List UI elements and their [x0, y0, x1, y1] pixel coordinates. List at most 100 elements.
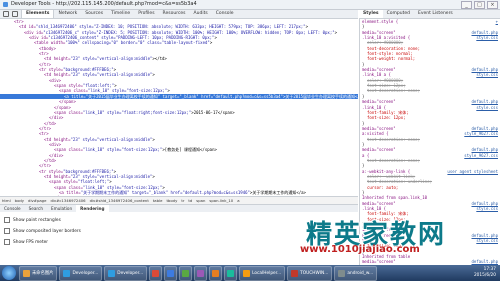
system-clock[interactable]: 17:37 2015/6/20 [474, 267, 496, 279]
drawer-tab-emulation[interactable]: Emulation [47, 205, 76, 212]
watermark-url: www.1010jiajiao.com [300, 244, 420, 255]
tag-text: <span class= [54, 147, 83, 153]
tag-text: </span> [59, 99, 76, 105]
inspect-element-icon[interactable] [3, 11, 9, 17]
close-button[interactable]: × [487, 1, 498, 9]
stylesheet-source-link[interactable]: default.php [472, 259, 499, 264]
tab-computed[interactable]: Computed [383, 10, 414, 18]
taskbar-app-button[interactable] [224, 265, 238, 281]
taskbar-app-button[interactable]: Developer... [59, 265, 103, 281]
breadcrumb-item[interactable]: html [0, 198, 13, 203]
minimize-button[interactable]: _ [461, 1, 472, 9]
breadcrumb-item[interactable]: a [235, 198, 241, 203]
attr-value: "关于学期期末工作的通知" target="_blank" href="defa… [80, 190, 250, 195]
attr-value: "float:left;" [77, 179, 110, 185]
drawer-tab-search[interactable]: Search [25, 205, 47, 212]
tag-text: </tr> [39, 125, 52, 131]
taskbar-app-button[interactable]: Developer... [104, 265, 148, 281]
tag-text: <tr> [39, 131, 49, 137]
option-paint-rectangles[interactable]: Show paint rectangles [4, 217, 61, 223]
attr-value: "23" style="vertical-align:middle" [70, 136, 153, 142]
drawer-tab-console[interactable]: Console [0, 205, 25, 212]
window-titlebar: Developer Tools - http://202.115.145.200… [0, 0, 500, 10]
tag-text: <span class= [59, 88, 88, 94]
maximize-button[interactable]: □ [474, 1, 485, 9]
taskbar-app-button[interactable]: LocalHelper... [239, 265, 286, 281]
checkbox[interactable] [4, 217, 10, 223]
tab-styles[interactable]: Styles [359, 10, 383, 18]
tab-elements[interactable]: Elements [21, 10, 55, 18]
option-composited-layer-borders[interactable]: Show composited layer borders [4, 228, 81, 234]
breadcrumb-item[interactable]: div#page [26, 198, 48, 203]
css-text: element.style { [362, 19, 399, 24]
tab-audits[interactable]: Audits [190, 10, 212, 18]
tag-text: </span> [54, 104, 71, 110]
css-text: } [362, 93, 365, 99]
css-text: } [362, 24, 365, 30]
css-text: .link_10 a { [362, 72, 391, 78]
tag-text: <span style= [54, 83, 83, 89]
node-text: > [214, 35, 217, 41]
css-text: font-family: 宋体; [367, 109, 409, 115]
app-icon [291, 269, 299, 277]
tag-text: <a title= [59, 190, 81, 195]
tag-text: <tr> [39, 51, 49, 57]
breadcrumb-item[interactable]: table [151, 198, 165, 203]
tab-network[interactable]: Network [54, 10, 81, 18]
taskbar-app-button[interactable] [194, 265, 208, 281]
option-label: Show FPS meter [13, 239, 49, 245]
watermark: 精英家教网 www.1010jiajiao.com [300, 208, 498, 255]
breadcrumb-item[interactable]: span.link_10 [207, 198, 235, 203]
taskbar-app-button[interactable] [179, 265, 193, 281]
tag-text: <td height= [44, 56, 71, 62]
start-button[interactable] [2, 266, 16, 280]
app-icon [108, 269, 116, 277]
taskbar-app-button[interactable]: android_w... [334, 265, 378, 281]
tab-resources[interactable]: Resources [159, 10, 190, 18]
tab-console[interactable]: Console [212, 10, 238, 18]
node-text: > [114, 83, 117, 89]
attr-value: "23" style="vertical-align:middle" [70, 56, 153, 62]
taskbar-app-button[interactable] [164, 265, 178, 281]
tag-text: <div id= [24, 29, 44, 35]
tab-event-listeners[interactable]: Event Listeners [414, 10, 457, 18]
css-text: text-decoration: none; [367, 45, 420, 51]
taskbar-app-button[interactable] [209, 265, 223, 281]
elements-tree[interactable]: <tr> <td id="shld_1346972406" style="Z-IN… [0, 19, 358, 196]
checkbox[interactable] [4, 228, 10, 234]
attr-value: "关于2015届毕业生办理离校手续的通知" target="_blank" hr… [85, 93, 283, 99]
node-text: > [162, 184, 165, 190]
node-text: > [152, 72, 155, 78]
app-icon [227, 269, 235, 277]
tab-profiles[interactable]: Profiles [134, 10, 158, 18]
drawer-tab-rendering[interactable]: Rendering [76, 205, 109, 212]
taskbar-label: TOUCHWIN... [300, 270, 329, 276]
tab-sources[interactable]: Sources [81, 10, 107, 18]
node-text: >2015-06-17</span> [191, 109, 235, 115]
tab-timeline[interactable]: Timeline [107, 10, 134, 18]
breadcrumb-item[interactable]: span [194, 198, 207, 203]
breadcrumb-item[interactable]: body [13, 198, 26, 203]
css-text: .link_10 a:visited { [362, 35, 411, 41]
attr-value: "23" style="vertical-align:middle" [70, 72, 153, 78]
css-text: media="screen" [362, 147, 396, 153]
device-mode-icon[interactable] [12, 11, 18, 17]
taskbar-app-button[interactable] [149, 265, 163, 281]
option-label: Show composited layer borders [13, 228, 81, 234]
css-text: font-style: normal; [367, 51, 413, 57]
breadcrumb-item[interactable]: div#c1346972406 [48, 198, 87, 203]
css-text: color: -webkit-link; [367, 173, 416, 179]
taskbar-app-button[interactable]: TOUCHWIN... [287, 265, 333, 281]
css-text: a:visited { [362, 131, 389, 137]
css-text: a { [362, 152, 370, 158]
css-selector-line[interactable]: media="screen" default.php [360, 259, 500, 264]
checkbox[interactable] [4, 239, 10, 245]
attr-value: "c1346972406_content" style="PADDING-LEF… [48, 35, 215, 41]
node-text: > [209, 40, 213, 46]
taskbar-app-button[interactable]: 未命名图片 [19, 265, 58, 281]
css-text: text-decoration: none; [367, 157, 420, 163]
breadcrumb-item[interactable]: tbody [164, 198, 179, 203]
option-fps-meter[interactable]: Show FPS meter [4, 239, 48, 245]
css-text: media="screen" [362, 67, 396, 73]
breadcrumb-item[interactable]: div#shld_1346972406_content [88, 198, 151, 203]
